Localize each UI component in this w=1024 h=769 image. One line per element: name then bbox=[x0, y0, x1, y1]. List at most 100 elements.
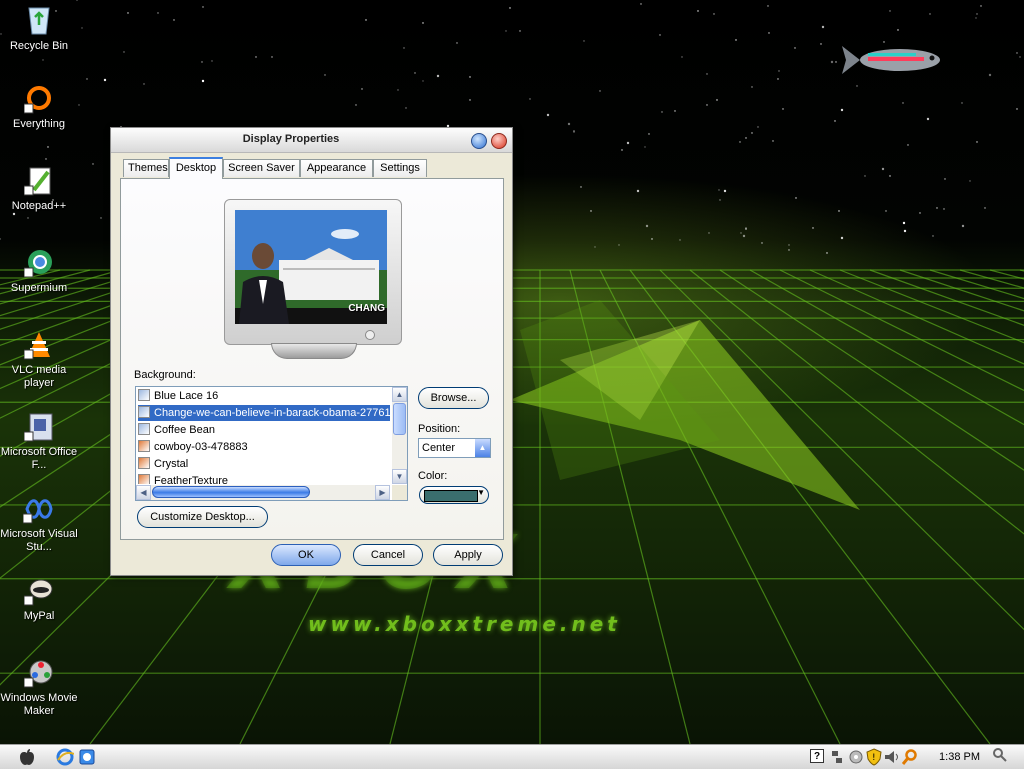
preview-caption: CHANG bbox=[348, 303, 385, 314]
image-file-icon bbox=[138, 440, 150, 452]
image-file-icon bbox=[138, 423, 150, 435]
tab-screen-saver[interactable]: Screen Saver bbox=[223, 159, 300, 177]
tab-settings[interactable]: Settings bbox=[373, 159, 427, 177]
desktop-icon-notepad-plus-plus[interactable]: Notepad++ bbox=[0, 166, 78, 213]
dropdown-arrow-icon[interactable]: ▲ bbox=[475, 439, 490, 457]
svg-text:!: ! bbox=[872, 753, 876, 763]
gear-tray-icon[interactable] bbox=[848, 749, 864, 765]
desktop-icon-label: Microsoft Office F... bbox=[0, 446, 78, 471]
list-item[interactable]: FeatherTexture bbox=[138, 473, 390, 484]
desktop-icon-movie-maker[interactable]: Windows Movie Maker bbox=[0, 658, 78, 718]
cancel-button[interactable]: Cancel bbox=[353, 544, 423, 566]
search-tray-icon[interactable] bbox=[902, 749, 918, 765]
apply-button[interactable]: Apply bbox=[433, 544, 503, 566]
list-item[interactable]: cowboy-03-478883 bbox=[138, 439, 390, 455]
vlc-cone-icon bbox=[24, 332, 50, 360]
list-item-label: Crystal bbox=[154, 458, 189, 470]
background-label: Background: bbox=[134, 369, 196, 381]
ok-button[interactable]: OK bbox=[271, 544, 341, 566]
list-item-label: Blue Lace 16 bbox=[154, 390, 219, 402]
apple-start-icon[interactable] bbox=[18, 748, 36, 766]
supermium-browser-icon bbox=[24, 250, 52, 278]
network-tray-icon[interactable] bbox=[830, 749, 844, 765]
image-file-icon bbox=[138, 474, 150, 484]
list-item-label: FeatherTexture bbox=[154, 475, 228, 484]
monitor-power-icon bbox=[365, 330, 375, 340]
tab-desktop[interactable]: Desktop bbox=[169, 157, 223, 179]
wallpaper-preview: CHANG bbox=[235, 210, 387, 324]
visual-studio-icon bbox=[23, 499, 53, 524]
office-icon bbox=[24, 413, 53, 442]
scrollbar-corner bbox=[392, 485, 407, 500]
title-bar[interactable]: Display Properties bbox=[111, 128, 512, 153]
background-list[interactable]: Blue Lace 16 Change-we-can-believe-in-ba… bbox=[135, 386, 408, 501]
movie-maker-icon bbox=[24, 660, 53, 688]
list-item[interactable]: Coffee Bean bbox=[138, 422, 390, 438]
dropdown-arrow-icon: ▼ bbox=[477, 488, 485, 497]
magnifier-icon[interactable] bbox=[992, 747, 1008, 763]
recycle-bin-icon bbox=[28, 7, 50, 35]
scroll-right-arrow-icon[interactable]: ▶ bbox=[375, 485, 390, 500]
customize-desktop-button[interactable]: Customize Desktop... bbox=[137, 506, 268, 528]
tab-themes[interactable]: Themes bbox=[123, 159, 169, 177]
image-file-icon bbox=[138, 406, 150, 418]
monitor-stand bbox=[271, 343, 357, 359]
desktop-icon-everything[interactable]: Everything bbox=[0, 84, 78, 131]
desktop-icon-visual-studio[interactable]: Microsoft Visual Stu... bbox=[0, 494, 78, 554]
color-label: Color: bbox=[418, 470, 448, 482]
horizontal-scrollbar[interactable]: ◀ ▶ bbox=[136, 485, 390, 500]
color-swatch bbox=[424, 490, 478, 502]
desktop-icon-label: Everything bbox=[13, 118, 65, 130]
internet-explorer-icon[interactable] bbox=[56, 748, 74, 766]
quick-launch-explorer-icon[interactable] bbox=[78, 748, 96, 766]
desktop-icon-supermium[interactable]: Supermium bbox=[0, 248, 78, 295]
everything-search-icon bbox=[24, 86, 51, 114]
help-tray-icon[interactable]: ? bbox=[810, 749, 824, 763]
list-item-label: cowboy-03-478883 bbox=[154, 441, 248, 453]
wallpaper-url-text: www.xboxxtreme.net bbox=[308, 612, 621, 636]
desktop-icon-label: Microsoft Visual Stu... bbox=[0, 528, 78, 553]
system-tray: ? ! 1:38 PM bbox=[804, 745, 1024, 769]
desktop-icon-recycle-bin[interactable]: Recycle Bin bbox=[0, 2, 78, 53]
desktop-icon-label: VLC media player bbox=[11, 364, 67, 389]
image-file-icon bbox=[138, 389, 150, 401]
list-item-label: Change-we-can-believe-in-barack-obama-27… bbox=[154, 407, 390, 419]
desktop-icon-label: Windows Movie Maker bbox=[0, 692, 78, 717]
position-value: Center bbox=[422, 442, 456, 454]
scroll-left-arrow-icon[interactable]: ◀ bbox=[136, 485, 151, 500]
browse-button[interactable]: Browse... bbox=[418, 387, 489, 409]
shield-tray-icon[interactable]: ! bbox=[866, 748, 882, 766]
taskbar: ? ! 1:38 PM bbox=[0, 744, 1024, 769]
scroll-down-arrow-icon[interactable]: ▼ bbox=[392, 469, 407, 484]
position-select[interactable]: Center ▲ bbox=[418, 438, 491, 458]
fish-icon bbox=[842, 46, 940, 74]
tab-appearance[interactable]: Appearance bbox=[300, 159, 373, 177]
display-properties-window: Display Properties Themes Desktop Screen… bbox=[110, 127, 513, 576]
speaker-tray-icon[interactable] bbox=[884, 750, 902, 764]
desktop-icon-mypal[interactable]: MyPal bbox=[0, 576, 78, 623]
help-button[interactable] bbox=[471, 133, 487, 149]
close-button[interactable] bbox=[491, 133, 507, 149]
scroll-up-arrow-icon[interactable]: ▲ bbox=[392, 387, 407, 402]
desktop-icon-label: Supermium bbox=[10, 282, 68, 294]
position-label: Position: bbox=[418, 423, 461, 435]
desktop-icon-label: Notepad++ bbox=[11, 200, 67, 212]
list-item[interactable]: Crystal bbox=[138, 456, 390, 472]
desktop-icon-label: Recycle Bin bbox=[9, 40, 69, 52]
list-item-selected[interactable]: Change-we-can-believe-in-barack-obama-27… bbox=[138, 405, 390, 421]
clock: 1:38 PM bbox=[939, 751, 980, 763]
image-file-icon bbox=[138, 457, 150, 469]
monitor-preview: CHANG bbox=[224, 199, 402, 345]
desktop-tab-panel: CHANG Background: Blue Lace 16 Change-we… bbox=[120, 178, 504, 540]
horizontal-scroll-thumb[interactable] bbox=[152, 486, 310, 498]
list-item-label: Coffee Bean bbox=[154, 424, 215, 436]
desktop-icon-office[interactable]: Microsoft Office F... bbox=[0, 412, 78, 472]
notepad-plus-plus-icon bbox=[24, 167, 51, 196]
window-title: Display Properties bbox=[242, 133, 340, 145]
vertical-scroll-thumb[interactable] bbox=[393, 403, 406, 435]
desktop-icon-label: MyPal bbox=[23, 610, 55, 622]
desktop-icon-vlc[interactable]: VLC media player bbox=[0, 330, 78, 390]
list-item[interactable]: Blue Lace 16 bbox=[138, 388, 390, 404]
vertical-scrollbar[interactable]: ▲ ▼ bbox=[392, 387, 407, 484]
color-picker-button[interactable]: ▼ bbox=[419, 486, 489, 504]
